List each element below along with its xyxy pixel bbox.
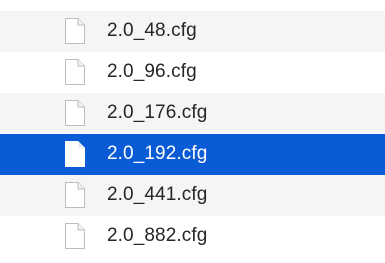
document-icon xyxy=(65,141,85,167)
file-name: 2.0_192.cfg xyxy=(107,143,208,164)
document-icon xyxy=(65,100,85,126)
file-row[interactable]: 2.0_48.cfg xyxy=(0,11,385,52)
document-icon xyxy=(65,223,85,249)
document-icon xyxy=(65,182,85,208)
file-name: 2.0_176.cfg xyxy=(107,102,208,123)
file-row[interactable]: 2.0_441.cfg xyxy=(0,175,385,216)
document-icon xyxy=(65,59,85,85)
file-row[interactable]: 2.0_176.cfg xyxy=(0,93,385,134)
file-name: 2.0_441.cfg xyxy=(107,184,208,205)
document-icon xyxy=(65,18,85,44)
file-name: 2.0_882.cfg xyxy=(107,225,208,246)
file-row[interactable]: 2.0_96.cfg xyxy=(0,52,385,93)
file-row-selected[interactable]: 2.0_192.cfg xyxy=(0,134,385,175)
file-name: 2.0_96.cfg xyxy=(107,61,197,82)
file-name: 2.0_48.cfg xyxy=(107,20,197,41)
file-list: 2.0_48.cfg 2.0_96.cfg 2.0_176.cfg 2.0_19… xyxy=(0,11,385,257)
file-row[interactable]: 2.0_882.cfg xyxy=(0,216,385,257)
